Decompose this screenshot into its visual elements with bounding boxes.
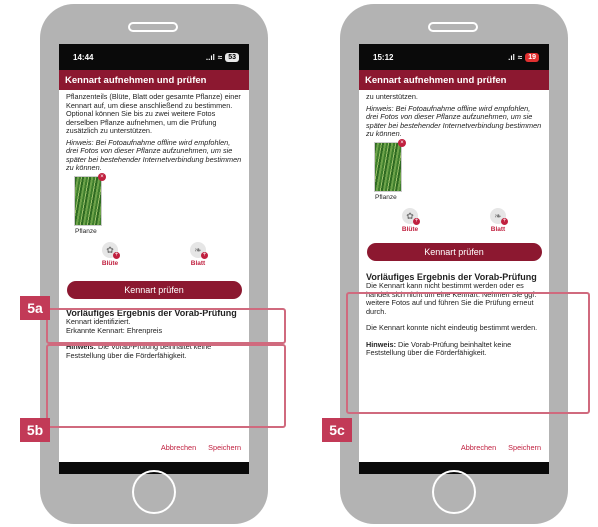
remove-photo-icon[interactable]: × — [398, 138, 406, 147]
status-icons: .ıl ≈ 19 — [508, 52, 539, 62]
plant-photo-thumbnail[interactable]: × — [374, 138, 406, 192]
blatt-label: Blatt — [490, 226, 506, 233]
status-bar: 15:12 .ıl ≈ 19 — [359, 44, 549, 70]
signal-icon: ..ıl — [205, 52, 215, 62]
battery-icon: 19 — [525, 52, 539, 62]
flower-camera-icon: ✿ + — [402, 208, 420, 225]
content-area: Pflanzenteils (Blüte, Blatt oder gesamte… — [59, 90, 249, 269]
battery-icon: 53 — [225, 52, 239, 62]
wifi-icon: ≈ — [517, 52, 523, 62]
right-phone: 15:12 .ıl ≈ 19 Kennart aufnehmen und prü… — [340, 4, 568, 524]
blatt-photo-button[interactable]: ❧ + Blatt — [468, 208, 528, 235]
photo-buttons: ✿ + Blüte ❧ + Blatt — [366, 208, 542, 235]
speaker — [128, 22, 178, 32]
leaf-camera-icon: ❧ + — [490, 208, 508, 225]
blatt-label: Blatt — [190, 260, 206, 267]
kennart-pruefen-button[interactable]: Kennart prüfen — [66, 280, 242, 299]
app-bar-title: Kennart aufnehmen und prüfen — [359, 70, 549, 90]
highlight-5a — [46, 308, 286, 344]
intro-text: zu unterstützen. — [366, 92, 418, 101]
save-button[interactable]: Speichern — [508, 443, 541, 452]
status-bar: 14:44 ..ıl ≈ 53 — [59, 44, 249, 70]
plant-photo-thumbnail[interactable]: × — [74, 172, 106, 226]
blatt-photo-button[interactable]: ❧ + Blatt — [168, 242, 228, 269]
home-button — [132, 470, 176, 514]
plant-photo-label: Pflanze — [75, 227, 97, 235]
plant-photo-label: Pflanze — [375, 193, 397, 201]
status-time: 14:44 — [73, 52, 94, 62]
offline-hint: Hinweis: Bei Fotoaufnahme offline wird e… — [366, 103, 542, 138]
save-button[interactable]: Speichern — [208, 443, 241, 452]
home-button — [432, 470, 476, 514]
bluete-label: Blüte — [401, 226, 419, 233]
highlight-5c — [346, 292, 590, 414]
speaker — [428, 22, 478, 32]
kennart-pruefen-button[interactable]: Kennart prüfen — [366, 242, 542, 261]
bluete-photo-button[interactable]: ✿ + Blüte — [80, 242, 140, 269]
left-phone: 14:44 ..ıl ≈ 53 Kennart aufnehmen und pr… — [40, 4, 268, 524]
bluete-label: Blüte — [101, 260, 119, 267]
status-time: 15:12 — [373, 52, 394, 62]
callout-5c: 5c — [322, 418, 352, 442]
callout-5a: 5a — [20, 296, 50, 320]
footer-actions: Abbrechen Speichern — [359, 443, 549, 452]
wifi-icon: ≈ — [217, 52, 223, 62]
bluete-photo-button[interactable]: ✿ + Blüte — [380, 208, 440, 235]
cancel-button[interactable]: Abbrechen — [461, 443, 496, 452]
photo-buttons: ✿ + Blüte ❧ + Blatt — [66, 242, 242, 269]
remove-photo-icon[interactable]: × — [98, 172, 106, 181]
intro-text: Pflanzenteils (Blüte, Blatt oder gesamte… — [66, 92, 241, 135]
signal-icon: .ıl — [508, 52, 515, 62]
flower-camera-icon: ✿ + — [102, 242, 120, 259]
cancel-button[interactable]: Abbrechen — [161, 443, 196, 452]
highlight-5b — [46, 344, 286, 428]
footer-actions: Abbrechen Speichern — [59, 443, 249, 452]
offline-hint: Hinweis: Bei Fotoaufnahme offline wird e… — [66, 137, 242, 172]
content-area: zu unterstützen. Hinweis: Bei Fotoaufnah… — [359, 90, 549, 235]
leaf-camera-icon: ❧ + — [190, 242, 208, 259]
status-icons: ..ıl ≈ 53 — [205, 52, 239, 62]
app-bar-title: Kennart aufnehmen und prüfen — [59, 70, 249, 90]
callout-5b: 5b — [20, 418, 50, 442]
